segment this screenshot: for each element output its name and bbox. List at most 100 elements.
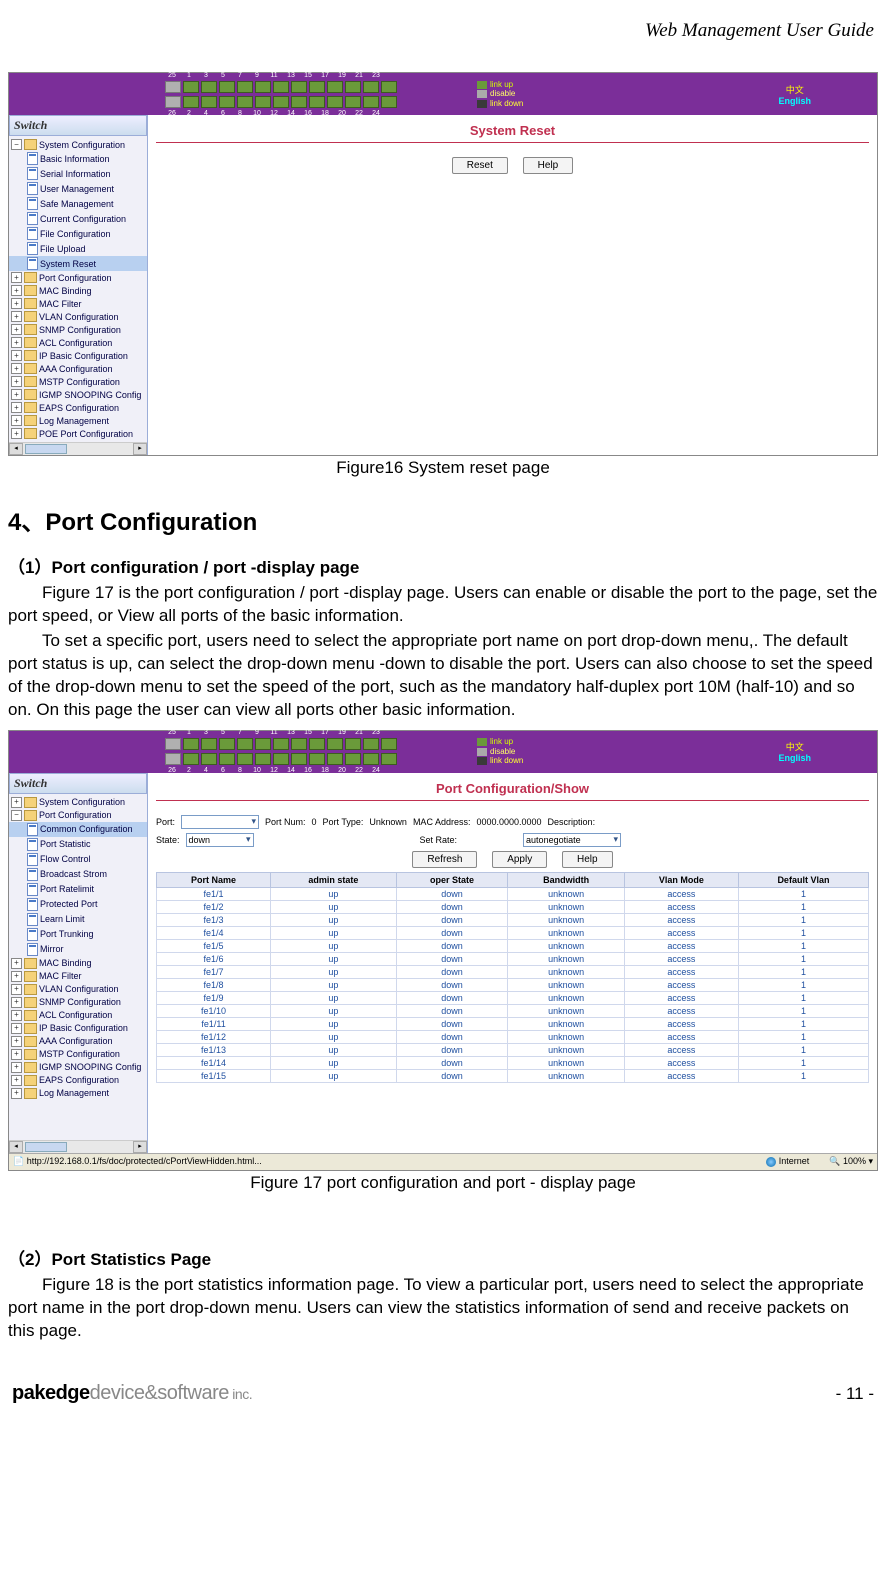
tree-folder[interactable]: +IP Basic Configuration [9, 1022, 147, 1035]
table-row: fe1/6updownunknownaccess1 [157, 952, 869, 965]
tree-folder[interactable]: +Log Management [9, 1087, 147, 1100]
table-row: fe1/4updownunknownaccess1 [157, 926, 869, 939]
language-switch[interactable]: 中文 English [778, 83, 811, 106]
brand-logo: pakedgedevice&software inc. [12, 1382, 252, 1405]
tree-item[interactable]: Serial Information [9, 166, 147, 181]
table-row: fe1/14updownunknownaccess1 [157, 1056, 869, 1069]
port-select[interactable] [181, 815, 259, 829]
table-row: fe1/7updownunknownaccess1 [157, 965, 869, 978]
nav-sidebar: Switch +System Configuration−Port Config… [9, 773, 148, 1153]
tree-item[interactable]: Safe Management [9, 196, 147, 211]
status-zone: Internet [766, 1156, 810, 1167]
tree-item[interactable]: System Reset [9, 256, 147, 271]
tree-folder[interactable]: +IP Basic Configuration [9, 349, 147, 362]
panel-title: System Reset [156, 119, 869, 142]
tree-item[interactable]: Current Configuration [9, 211, 147, 226]
figure16-caption: Figure16 System reset page [8, 458, 878, 478]
table-row: fe1/12updownunknownaccess1 [157, 1030, 869, 1043]
switch-topbar: 251357911131517192123 262468101214161820… [9, 731, 877, 773]
tree-folder[interactable]: +MAC Filter [9, 970, 147, 983]
table-row: fe1/11updownunknownaccess1 [157, 1017, 869, 1030]
tree-item[interactable]: Broadcast Strom [9, 867, 147, 882]
portnum-value: 0 [312, 817, 317, 827]
switch-topbar: 251357911131517192123 262468101214161820… [9, 73, 877, 115]
sidebar-title: Switch [9, 115, 147, 136]
tree-item[interactable]: Port Ratelimit [9, 882, 147, 897]
table-row: fe1/13updownunknownaccess1 [157, 1043, 869, 1056]
tree-folder[interactable]: +EAPS Configuration [9, 1074, 147, 1087]
table-header: Default Vlan [738, 872, 868, 887]
panel-title: Port Configuration/Show [156, 777, 869, 800]
tree-folder[interactable]: +ACL Configuration [9, 336, 147, 349]
tree-folder[interactable]: +Port Configuration [9, 271, 147, 284]
tree-folder[interactable]: +SNMP Configuration [9, 996, 147, 1009]
tree-item[interactable]: File Configuration [9, 226, 147, 241]
rate-label: Set Rate: [420, 835, 458, 845]
tree-folder[interactable]: +MAC Binding [9, 957, 147, 970]
status-url: 📄 http://192.168.0.1/fs/doc/protected/cP… [13, 1156, 262, 1167]
mac-value: 0000.0000.0000 [476, 817, 541, 827]
tree-item[interactable]: Learn Limit [9, 912, 147, 927]
tree-folder[interactable]: +Log Management [9, 414, 147, 427]
ie-statusbar: 📄 http://192.168.0.1/fs/doc/protected/cP… [9, 1153, 877, 1170]
state-label: State: [156, 835, 180, 845]
figure17-screenshot: 251357911131517192123 262468101214161820… [8, 730, 878, 1171]
paragraph: To set a specific port, users need to se… [8, 630, 878, 722]
reset-button[interactable]: Reset [452, 157, 508, 174]
tree-folder[interactable]: +MAC Filter [9, 297, 147, 310]
tree-folder[interactable]: +EAPS Configuration [9, 401, 147, 414]
doc-header: Web Management User Guide [8, 20, 878, 42]
portnum-label: Port Num: [265, 817, 306, 827]
refresh-button[interactable]: Refresh [412, 851, 477, 868]
table-row: fe1/1updownunknownaccess1 [157, 887, 869, 900]
porttype-value: Unknown [369, 817, 407, 827]
tree-item[interactable]: Protected Port [9, 897, 147, 912]
table-header: Bandwidth [508, 872, 624, 887]
tree-item[interactable]: File Upload [9, 241, 147, 256]
port-table: Port Nameadmin stateoper StateBandwidthV… [156, 872, 869, 1083]
sidebar-scrollbar[interactable]: ◂▸ [9, 1140, 147, 1153]
tree-item[interactable]: Port Statistic [9, 837, 147, 852]
tree-folder[interactable]: +VLAN Configuration [9, 310, 147, 323]
apply-button[interactable]: Apply [492, 851, 547, 868]
tree-folder[interactable]: +AAA Configuration [9, 1035, 147, 1048]
link-legend: link up disable link down [477, 80, 523, 109]
help-button[interactable]: Help [523, 157, 574, 174]
tree-item[interactable]: Flow Control [9, 852, 147, 867]
tree-item[interactable]: Basic Information [9, 151, 147, 166]
tree-folder[interactable]: +VLAN Configuration [9, 983, 147, 996]
language-switch[interactable]: 中文 English [778, 740, 811, 763]
nav-sidebar: Switch −System ConfigurationBasic Inform… [9, 115, 148, 455]
sidebar-scrollbar[interactable]: ◂▸ [9, 442, 147, 455]
state-select[interactable]: down [186, 833, 254, 847]
status-zoom: 🔍 100% ▾ [829, 1156, 873, 1167]
rate-select[interactable]: autonegotiate [523, 833, 621, 847]
tree-folder[interactable]: +ACL Configuration [9, 1009, 147, 1022]
mac-label: MAC Address: [413, 817, 471, 827]
tree-folder[interactable]: +MSTP Configuration [9, 375, 147, 388]
section-heading: 4、Port Configuration [8, 502, 878, 537]
tree-folder[interactable]: +SNMP Configuration [9, 323, 147, 336]
figure17-caption: Figure 17 port configuration and port - … [8, 1173, 878, 1193]
porttype-label: Port Type: [323, 817, 364, 827]
tree-item[interactable]: Common Configuration [9, 822, 147, 837]
table-row: fe1/3updownunknownaccess1 [157, 913, 869, 926]
figure16-screenshot: 251357911131517192123 262468101214161820… [8, 72, 878, 456]
table-row: fe1/10updownunknownaccess1 [157, 1004, 869, 1017]
table-row: fe1/2updownunknownaccess1 [157, 900, 869, 913]
tree-folder[interactable]: +IGMP SNOOPING Config [9, 388, 147, 401]
tree-item[interactable]: Mirror [9, 942, 147, 957]
table-row: fe1/9updownunknownaccess1 [157, 991, 869, 1004]
sidebar-title: Switch [9, 773, 147, 794]
help-button[interactable]: Help [562, 851, 613, 868]
tree-item[interactable]: User Management [9, 181, 147, 196]
table-header: admin state [271, 872, 397, 887]
tree-folder[interactable]: +IGMP SNOOPING Config [9, 1061, 147, 1074]
paragraph: Figure 18 is the port statistics informa… [8, 1274, 878, 1343]
tree-item[interactable]: Port Trunking [9, 927, 147, 942]
tree-folder[interactable]: +MSTP Configuration [9, 1048, 147, 1061]
tree-folder[interactable]: +AAA Configuration [9, 362, 147, 375]
tree-folder[interactable]: +MAC Binding [9, 284, 147, 297]
tree-folder[interactable]: +POE Port Configuration [9, 427, 147, 440]
table-header: oper State [396, 872, 508, 887]
